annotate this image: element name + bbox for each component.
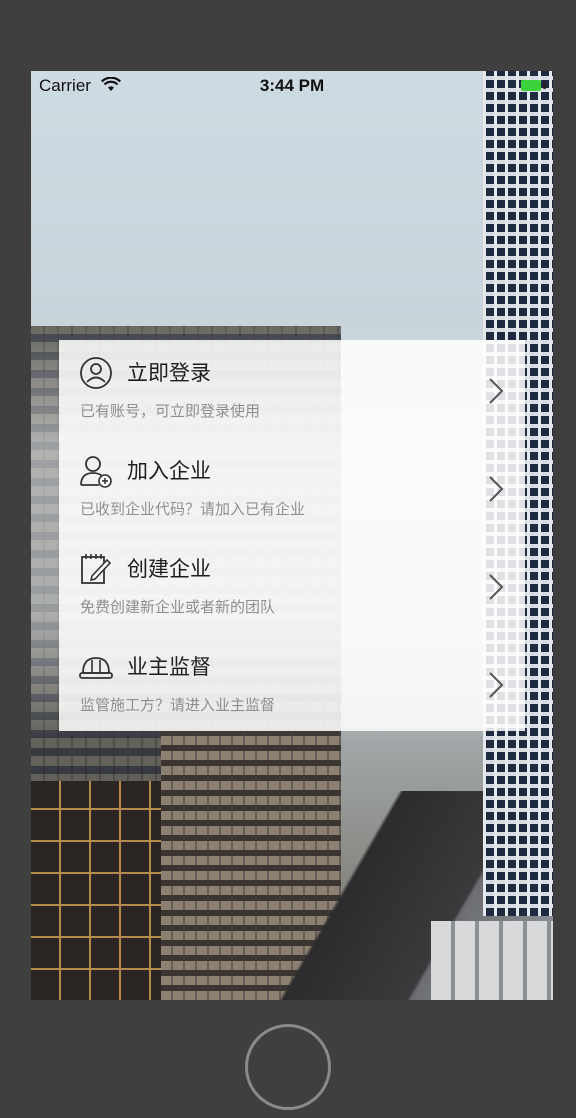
chevron-right-icon [489,476,504,502]
menu-item-title: 立即登录 [127,361,211,385]
chevron-right-icon [489,574,504,600]
menu-item-owner-supervision[interactable]: 业主监督 监管施工方？请进入业主监督 [59,634,525,732]
chevron-right-icon [489,672,504,698]
app-screen: Carrier 3:44 PM 立即登录 已有账号，可立即登录使用 加入企业 已… [31,71,553,1000]
background-building [431,921,553,1000]
menu-item-subtitle: 已有账号，可立即登录使用 [80,402,261,420]
notepad-edit-icon [81,554,112,584]
menu-item-login[interactable]: 立即登录 已有账号，可立即登录使用 [59,340,525,438]
menu-item-title: 创建企业 [127,557,211,581]
add-user-icon [80,456,112,488]
menu-item-title: 加入企业 [127,459,211,483]
status-bar: Carrier 3:44 PM [31,71,553,101]
background-building [31,781,161,1000]
user-circle-icon [80,357,112,389]
status-time: 3:44 PM [259,76,325,95]
menu-item-create-company[interactable]: 创建企业 免费创建新企业或者新的团队 [59,536,525,634]
chevron-right-icon [489,378,504,404]
home-button[interactable] [245,1024,331,1110]
menu-item-subtitle: 监管施工方？请进入业主监督 [80,696,276,714]
menu-item-join-company[interactable]: 加入企业 已收到企业代码？请加入已有企业 [59,438,525,536]
menu-item-title: 业主监督 [127,655,211,679]
menu-item-subtitle: 免费创建新企业或者新的团队 [80,598,276,616]
hard-hat-icon [79,657,113,679]
battery-icon [507,80,547,92]
entry-menu: 立即登录 已有账号，可立即登录使用 加入企业 已收到企业代码？请加入已有企业 创… [59,340,525,731]
menu-item-subtitle: 已收到企业代码？请加入已有企业 [80,500,306,518]
